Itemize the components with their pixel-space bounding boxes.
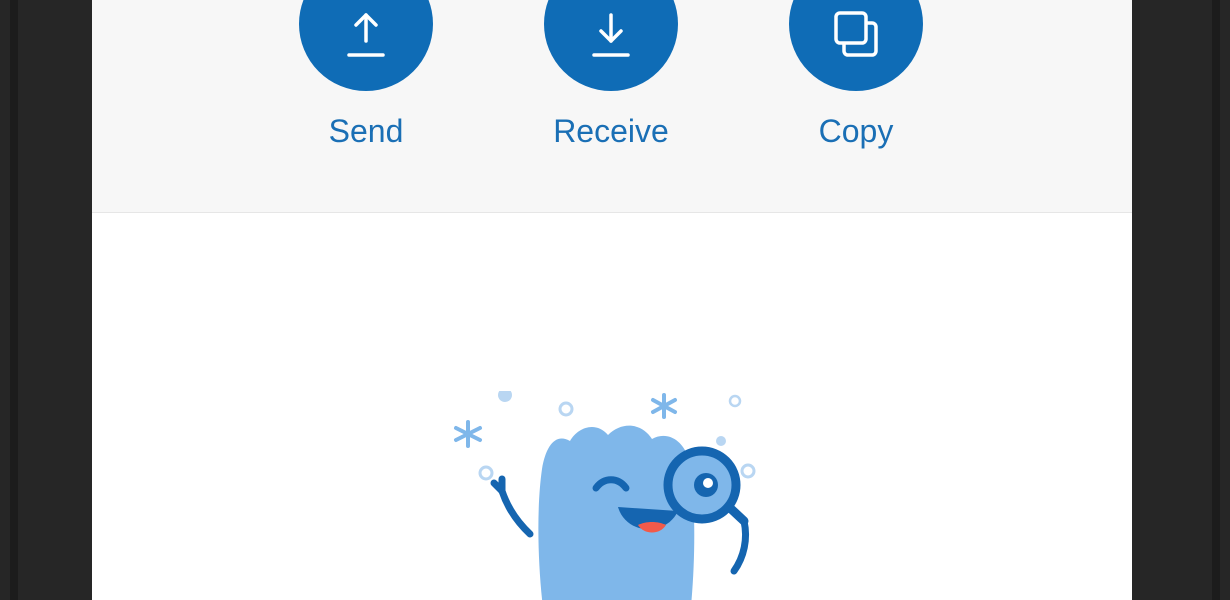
receive-icon-circle[interactable]	[544, 0, 678, 91]
wallet-actions-bar: Send Receive Copy	[92, 0, 1132, 213]
upload-arrow-icon	[347, 13, 385, 57]
mascot-magnifier-illustration	[454, 391, 756, 600]
receive-button[interactable]: Receive	[511, 0, 711, 170]
copy-button[interactable]: Copy	[756, 0, 956, 170]
receive-label: Receive	[553, 113, 669, 149]
send-icon-circle[interactable]	[299, 0, 433, 91]
copy-icon-circle[interactable]	[789, 0, 923, 91]
app-screen: Send Receive Copy	[92, 0, 1132, 600]
download-arrow-icon	[592, 13, 630, 57]
send-button[interactable]: Send	[266, 0, 466, 170]
frame-edge-left	[10, 0, 18, 600]
frame-edge-right	[1212, 0, 1220, 600]
copy-label: Copy	[818, 113, 894, 149]
copy-icon	[834, 11, 878, 57]
empty-state-area	[92, 213, 1132, 600]
send-label: Send	[328, 113, 404, 149]
